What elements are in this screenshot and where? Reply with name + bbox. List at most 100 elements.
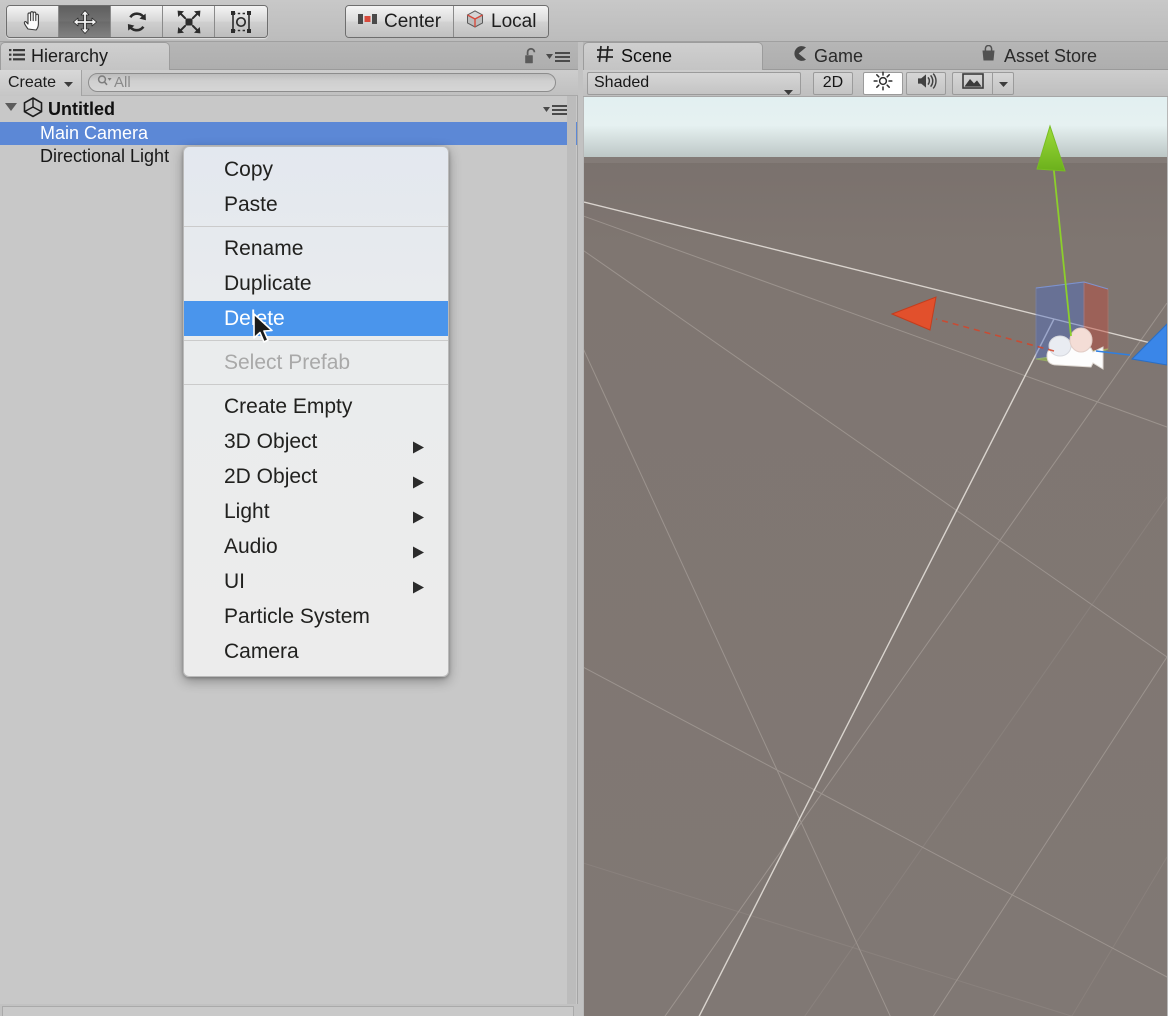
search-input[interactable]: All <box>88 73 556 92</box>
menu-item-light[interactable]: Light <box>184 494 448 529</box>
menu-item-delete[interactable]: Delete <box>184 301 448 336</box>
menu-item-label: Create Empty <box>224 394 353 418</box>
scene-audio-toggle[interactable] <box>906 71 946 95</box>
menu-item-2d-object[interactable]: 2D Object <box>184 459 448 494</box>
hand-icon <box>20 9 46 35</box>
menu-item-camera[interactable]: Camera <box>184 634 448 669</box>
chevron-down-icon <box>998 74 1008 92</box>
space-label: Local <box>491 10 537 32</box>
pivot-label: Center <box>384 10 442 32</box>
hierarchy-panel-menu-button[interactable] <box>546 51 570 63</box>
unity-scene-icon <box>22 96 44 123</box>
scene-effects-toggle[interactable] <box>952 71 992 95</box>
speaker-icon <box>916 72 937 95</box>
scene-panel: Scene Game Asset Store Shaded 2D <box>583 42 1168 1016</box>
tab-scene[interactable]: Scene <box>583 42 763 70</box>
image-icon <box>961 72 984 94</box>
sun-icon <box>873 70 893 96</box>
scene-lighting-toggle[interactable] <box>863 70 903 96</box>
scene-context-menu-button[interactable] <box>543 104 567 116</box>
menu-item-label: Paste <box>224 192 278 216</box>
menu-item-label: Particle System <box>224 604 370 628</box>
menu-item-label: Copy <box>224 157 274 181</box>
move-tool-button[interactable] <box>59 6 111 37</box>
center-pivot-icon <box>358 11 377 33</box>
tab-hierarchy-label: Hierarchy <box>31 46 109 66</box>
submenu-arrow-icon <box>412 576 425 600</box>
search-placeholder: All <box>114 74 131 91</box>
tab-hierarchy[interactable]: Hierarchy <box>0 42 170 70</box>
hierarchy-tabbar: Hierarchy <box>0 42 578 70</box>
scene-effects-group <box>952 71 1014 95</box>
tab-asset-store[interactable]: Asset Store <box>968 42 1109 70</box>
menu-item-create-empty[interactable]: Create Empty <box>184 389 448 424</box>
lock-icon[interactable] <box>524 47 538 70</box>
transform-tools-group <box>6 5 268 38</box>
hierarchy-context-menu: Copy Paste Rename Duplicate Delete Selec… <box>183 146 449 677</box>
submenu-arrow-icon <box>412 541 425 565</box>
create-button-label: Create <box>8 73 57 91</box>
hierarchy-toolrow: Create All <box>0 69 578 96</box>
hierarchy-item-main-camera[interactable]: Main Camera <box>0 122 577 145</box>
scale-tool-button[interactable] <box>163 6 215 37</box>
menu-item-rename[interactable]: Rename <box>184 231 448 266</box>
hierarchy-item-label: Directional Light <box>40 146 170 166</box>
menu-separator <box>184 340 448 341</box>
create-button[interactable]: Create <box>0 69 82 96</box>
pivot-space-group: Center Local <box>345 5 550 38</box>
shading-mode-label: Shaded <box>594 74 650 91</box>
menu-item-select-prefab: Select Prefab <box>184 345 448 380</box>
menu-item-label: 3D Object <box>224 429 318 453</box>
hierarchy-horizontal-scrollbar[interactable] <box>2 1006 574 1016</box>
shading-mode-dropdown[interactable]: Shaded <box>587 71 801 95</box>
submenu-arrow-icon <box>412 506 425 530</box>
tab-asset-store-label: Asset Store <box>1004 45 1098 66</box>
rotate-tool-button[interactable] <box>111 6 163 37</box>
expand-triangle-icon[interactable] <box>4 100 18 118</box>
space-toggle-button[interactable]: Local <box>454 6 549 37</box>
scale-icon <box>176 9 202 35</box>
tab-game-label: Game <box>814 45 864 66</box>
pivot-toggle-button[interactable]: Center <box>346 6 455 37</box>
tab-game[interactable]: Game <box>778 42 875 70</box>
menu-item-duplicate[interactable]: Duplicate <box>184 266 448 301</box>
hierarchy-vertical-scrollbar[interactable] <box>567 96 576 1004</box>
rect-transform-icon <box>228 9 254 35</box>
view-2d-toggle[interactable]: 2D <box>813 71 853 95</box>
hand-tool-button[interactable] <box>7 6 59 37</box>
search-icon <box>97 74 112 92</box>
menu-item-particle-system[interactable]: Particle System <box>184 599 448 634</box>
menu-item-label: Light <box>224 499 270 523</box>
menu-item-copy[interactable]: Copy <box>184 152 448 187</box>
hierarchy-item-label: Main Camera <box>40 123 149 143</box>
grid-icon <box>596 45 614 68</box>
rotate-icon <box>124 9 150 35</box>
scene-viewport[interactable] <box>584 97 1167 1016</box>
submenu-arrow-icon <box>412 471 425 495</box>
menu-item-label: Select Prefab <box>224 350 351 374</box>
menu-item-3d-object[interactable]: 3D Object <box>184 424 448 459</box>
menu-item-label: Delete <box>224 306 285 330</box>
menu-item-label: Audio <box>224 534 278 558</box>
rect-transform-tool-button[interactable] <box>215 6 267 37</box>
move-arrows-icon <box>72 9 98 35</box>
menu-item-ui[interactable]: UI <box>184 564 448 599</box>
scene-effects-dropdown[interactable] <box>992 71 1014 95</box>
menu-item-audio[interactable]: Audio <box>184 529 448 564</box>
tab-scene-label: Scene <box>621 46 673 66</box>
menu-item-label: Rename <box>224 236 304 260</box>
chevron-down-icon <box>64 74 74 92</box>
submenu-arrow-icon <box>412 436 425 460</box>
menu-item-label: 2D Object <box>224 464 318 488</box>
view-2d-label: 2D <box>822 74 844 91</box>
menu-separator <box>184 226 448 227</box>
menu-separator <box>184 384 448 385</box>
menu-item-label: Camera <box>224 639 299 663</box>
hierarchy-list-icon <box>9 46 25 67</box>
menu-item-label: UI <box>224 569 245 593</box>
menu-item-paste[interactable]: Paste <box>184 187 448 222</box>
main-toolbar: Center Local <box>0 0 1168 42</box>
scene-tabbar: Scene Game Asset Store <box>583 42 1168 70</box>
scene-root-row[interactable]: Untitled <box>0 96 577 122</box>
scene-view-toolbar: Shaded 2D <box>583 70 1168 97</box>
